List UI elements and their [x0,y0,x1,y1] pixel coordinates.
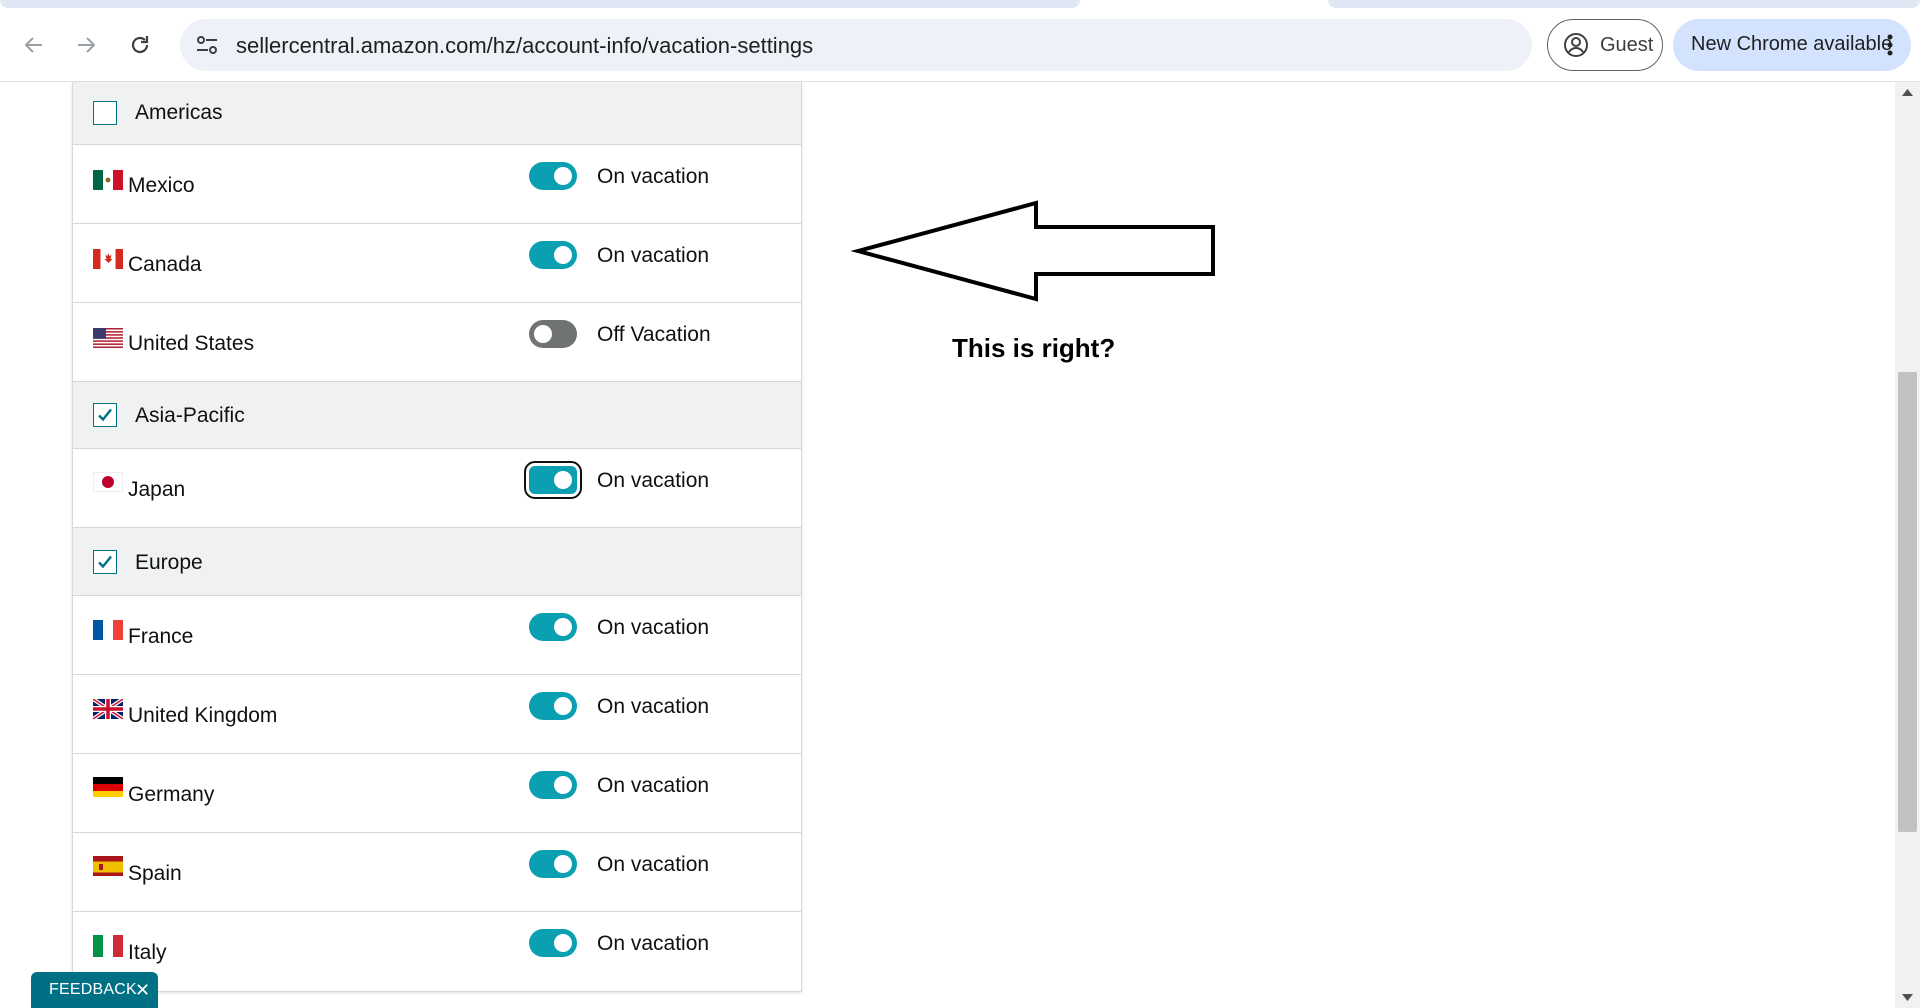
close-icon[interactable]: ✕ [135,980,150,1001]
checkmark-icon [98,408,112,422]
site-settings-icon[interactable] [194,32,220,58]
country-label: Germany [128,783,215,806]
url-text[interactable]: sellercentral.amazon.com/hz/account-info… [236,33,813,59]
annotation-text: This is right? [952,333,1116,363]
browser-toolbar: sellercentral.amazon.com/hz/account-info… [0,8,1920,82]
france-flag-icon [93,620,123,640]
annotation-arrow-icon [850,200,1215,302]
region-label: Europe [135,551,203,574]
reload-button[interactable] [122,27,158,63]
region-label: Asia-Pacific [135,404,245,427]
country-label: Mexico [128,174,195,197]
country-row-germany: Germany On vacation [73,754,801,833]
country-row-italy: Italy On vacation [73,912,801,991]
vacation-toggle-france[interactable] [529,613,577,641]
spain-flag-icon [93,856,123,876]
back-button[interactable] [16,27,52,63]
country-label: United Kingdom [128,704,278,727]
region-checkbox-americas[interactable] [93,101,117,125]
canada-flag-icon [93,249,123,269]
forward-arrow-icon [78,37,96,53]
page-scrollbar[interactable] [1895,82,1920,1008]
profile-button[interactable]: Guest [1547,19,1663,71]
tab-inactive[interactable] [0,0,1080,8]
region-row-asia-pacific: Asia-Pacific [73,382,801,449]
region-label: Americas [135,101,223,124]
feedback-button[interactable]: FEEDBACK ✕ [31,972,158,1008]
vacation-status: On vacation [597,695,710,718]
vacation-status: On vacation [597,853,710,876]
us-flag-icon [93,328,123,348]
tab-inactive[interactable] [1328,0,1920,8]
region-row-americas: Americas [73,82,801,145]
update-chrome-button[interactable]: New Chrome available [1673,19,1911,71]
scroll-down-icon[interactable] [1902,994,1913,1002]
country-row-mexico: Mexico On vacation [73,145,801,224]
update-label: New Chrome available [1691,33,1893,55]
germany-flag-icon [93,777,123,797]
vacation-toggle-united-states[interactable] [529,320,577,348]
country-row-japan: Japan On vacation [73,449,801,528]
region-checkbox-asia-pacific[interactable] [93,403,117,427]
vacation-toggle-italy[interactable] [529,929,577,957]
vacation-status: Off Vacation [597,323,711,346]
back-arrow-icon [24,37,42,53]
japan-flag-icon [93,472,123,492]
uk-flag-icon [93,699,123,719]
country-row-united-kingdom: United Kingdom On vacation [73,675,801,754]
vacation-status: On vacation [597,932,710,955]
vacation-status: On vacation [597,469,710,492]
vacation-status: On vacation [597,165,710,188]
scroll-up-icon[interactable] [1902,88,1913,96]
country-row-canada: Canada On vacation [73,224,801,303]
feedback-label: FEEDBACK [49,981,137,998]
country-label: Canada [128,253,202,276]
country-row-france: France On vacation [73,596,801,675]
address-bar[interactable]: sellercentral.amazon.com/hz/account-info… [180,19,1532,71]
reload-icon [131,36,149,54]
vacation-toggle-germany[interactable] [529,771,577,799]
vacation-toggle-mexico[interactable] [529,162,577,190]
country-label: Japan [128,478,186,501]
country-label: Italy [128,941,167,964]
checkmark-icon [98,555,112,569]
mexico-flag-icon [93,170,123,190]
vacation-settings-panel: Americas Mexico On vacation Canada On va… [72,82,802,992]
profile-label: Guest [1600,34,1654,56]
more-menu-icon[interactable] [1887,34,1893,56]
vacation-status: On vacation [597,774,710,797]
vacation-status: On vacation [597,616,710,639]
italy-flag-icon [93,935,123,957]
country-label: United States [128,332,255,355]
scrollbar-thumb[interactable] [1898,372,1917,832]
vacation-toggle-canada[interactable] [529,241,577,269]
vacation-toggle-spain[interactable] [529,850,577,878]
country-label: Spain [128,862,182,885]
region-row-europe: Europe [73,528,801,596]
country-row-united-states: United States Off Vacation [73,303,801,382]
tab-strip [0,0,1920,8]
country-row-spain: Spain On vacation [73,833,801,912]
vacation-toggle-united-kingdom[interactable] [529,692,577,720]
forward-button[interactable] [68,27,104,63]
country-label: France [128,625,194,648]
profile-icon [1564,33,1588,57]
vacation-toggle-japan[interactable] [524,461,582,499]
region-checkbox-europe[interactable] [93,550,117,574]
vacation-status: On vacation [597,244,710,267]
